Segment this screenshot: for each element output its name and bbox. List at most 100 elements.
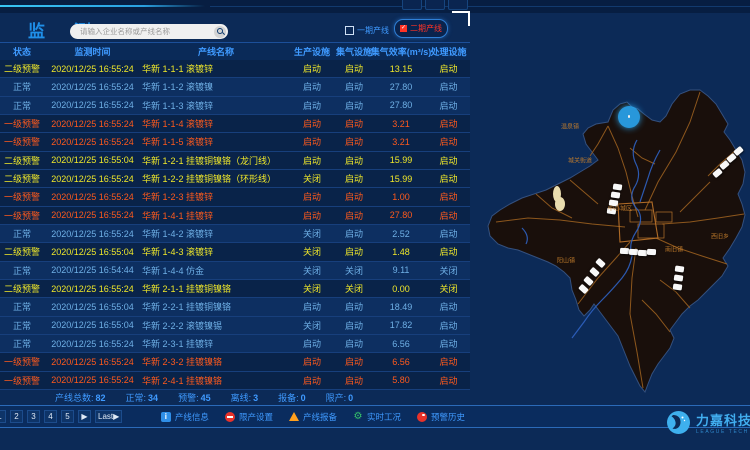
gas-collection-cell: 启动 <box>333 207 375 224</box>
search-icon[interactable] <box>214 26 226 38</box>
line-name-cell: 华新 2-3-2 挂镀镍铬 <box>141 353 291 370</box>
toolbar-button[interactable]: 预警历史 <box>417 411 465 423</box>
page-button[interactable]: 1 <box>0 410 6 423</box>
production-facility-cell: 关闭 <box>291 262 333 279</box>
gas-collection-cell: 启动 <box>333 170 375 187</box>
deco-tab <box>425 0 445 10</box>
stat-label: 报备: <box>278 393 299 403</box>
stat-label: 产线总数: <box>55 393 94 403</box>
treatment-facility-cell: 启动 <box>427 207 470 224</box>
table-row[interactable]: 一级预警2020/12/25 16:55:24华新 1-4-1 挂镀锌启动启动2… <box>0 207 470 225</box>
phase2-button[interactable]: ✓ 二期产线 <box>394 19 448 38</box>
checkbox-empty-icon[interactable] <box>345 26 354 35</box>
table-row[interactable]: 二级预警2020/12/25 16:55:04华新 1-4-3 滚镀锌关闭启动1… <box>0 243 470 261</box>
line-name-cell: 华新 1-4-1 挂镀锌 <box>141 207 291 224</box>
status-cell: 二级预警 <box>0 243 44 260</box>
table-row[interactable]: 正常2020/12/25 16:54:44华新 1-4-4 仿金关闭关闭9.11… <box>0 262 470 280</box>
table-row[interactable]: 二级预警2020/12/25 16:55:04华新 1-2-1 挂镀铜镍铬（龙门… <box>0 152 470 170</box>
alert-bubble-marker[interactable] <box>618 106 640 128</box>
toolbar-button-label: 实时工况 <box>367 411 401 423</box>
gas-collection-cell: 启动 <box>333 243 375 260</box>
status-cell: 正常 <box>0 225 44 242</box>
info-icon <box>161 412 171 422</box>
time-cell: 2020/12/25 16:55:24 <box>44 78 141 95</box>
monitor-point-marker[interactable] <box>638 250 647 256</box>
line-name-cell: 华新 2-2-2 滚镀镍锡 <box>141 317 291 334</box>
table-row[interactable]: 二级预警2020/12/25 16:55:24华新 1-1-1 滚镀锌启动启动1… <box>0 60 470 78</box>
production-facility-cell: 启动 <box>291 133 333 150</box>
next-page-button[interactable]: ▶ <box>78 410 91 423</box>
ban-icon <box>225 412 235 422</box>
table-row[interactable]: 一级预警2020/12/25 16:55:24华新 1-1-4 滚镀锌启动启动3… <box>0 115 470 133</box>
treatment-facility-cell: 启动 <box>427 298 470 315</box>
gear-icon <box>353 412 363 422</box>
table-row[interactable]: 正常2020/12/25 16:55:24华新 1-1-2 滚镀镍启动启动27.… <box>0 78 470 96</box>
monitor-point-marker[interactable] <box>620 248 629 254</box>
stat-item: 限产:0 <box>326 391 354 404</box>
time-cell: 2020/12/25 16:55:24 <box>44 335 141 352</box>
monitor-point-marker[interactable] <box>647 249 656 255</box>
monitor-point-marker[interactable] <box>629 249 638 255</box>
page-button[interactable]: 5 <box>61 410 74 423</box>
status-cell: 二级预警 <box>0 60 44 77</box>
table-row[interactable]: 正常2020/12/25 16:55:24华新 2-3-1 挂镀锌启动启动6.5… <box>0 335 470 353</box>
treatment-facility-cell: 启动 <box>427 60 470 77</box>
gas-collection-cell: 关闭 <box>333 280 375 297</box>
table-row[interactable]: 正常2020/12/25 16:55:24华新 1-4-2 滚镀锌关闭启动2.5… <box>0 225 470 243</box>
efficiency-cell: 17.82 <box>375 317 427 334</box>
checkbox-checked-icon[interactable]: ✓ <box>400 25 407 32</box>
status-cell: 正常 <box>0 78 44 95</box>
toolbar-button[interactable]: 实时工况 <box>353 411 401 423</box>
efficiency-cell: 27.80 <box>375 207 427 224</box>
column-header: 生产设施 <box>291 43 333 60</box>
status-cell: 正常 <box>0 298 44 315</box>
stat-label: 正常: <box>126 393 147 403</box>
search-box[interactable] <box>70 24 228 39</box>
time-cell: 2020/12/25 16:55:24 <box>44 188 141 205</box>
column-header: 监测时间 <box>44 43 141 60</box>
monitor-point-marker[interactable] <box>611 191 621 198</box>
table-row[interactable]: 正常2020/12/25 16:55:04华新 2-2-1 挂镀铜镍铬启动启动1… <box>0 298 470 316</box>
table-row[interactable]: 一级预警2020/12/25 16:55:24华新 2-4-1 挂镀镍铬启动启动… <box>0 372 470 390</box>
table-row[interactable]: 正常2020/12/25 16:55:24华新 1-1-3 滚镀锌启动启动27.… <box>0 97 470 115</box>
status-cell: 二级预警 <box>0 170 44 187</box>
efficiency-cell: 0.00 <box>375 280 427 297</box>
efficiency-cell: 13.15 <box>375 60 427 77</box>
search-input[interactable] <box>70 27 214 36</box>
monitor-point-marker[interactable] <box>674 274 684 281</box>
status-cell: 二级预警 <box>0 152 44 169</box>
toolbar-button[interactable]: 限产设置 <box>225 411 273 423</box>
toolbar-button[interactable]: 产线报备 <box>289 411 337 423</box>
treatment-facility-cell: 启动 <box>427 243 470 260</box>
district-map[interactable]: 温泉镇城关街道中心城区西旧乡阳山镇南旧镇 <box>480 52 750 400</box>
treatment-facility-cell: 启动 <box>427 353 470 370</box>
alarm-icon <box>417 412 427 422</box>
toolbar-buttons: 产线信息 限产设置 产线报备 实时工况 预警历史 <box>161 406 465 427</box>
table-row[interactable]: 二级预警2020/12/25 16:55:24华新 1-2-2 挂镀铜镍铬（环形… <box>0 170 470 188</box>
table-row[interactable]: 正常2020/12/25 16:55:04华新 2-2-2 滚镀镍锡关闭启动17… <box>0 317 470 335</box>
page-button[interactable]: 4 <box>44 410 57 423</box>
line-name-cell: 华新 1-1-4 滚镀锌 <box>141 115 291 132</box>
monitor-point-marker[interactable] <box>675 265 685 272</box>
production-facility-cell: 启动 <box>291 115 333 132</box>
monitor-point-marker[interactable] <box>613 183 623 190</box>
treatment-facility-cell: 启动 <box>427 133 470 150</box>
phase1-checkbox[interactable]: 一期产线 <box>345 25 389 36</box>
page-button[interactable]: 3 <box>27 410 40 423</box>
table-row[interactable]: 二级预警2020/12/25 16:55:24华新 2-1-1 挂镀铜镍铬关闭关… <box>0 280 470 298</box>
last-page-button[interactable]: Last▶ <box>95 410 122 423</box>
pagination: 12345 ▶ Last▶ <box>0 410 122 423</box>
table-row[interactable]: 一级预警2020/12/25 16:55:24华新 1-2-3 挂镀锌启动启动1… <box>0 188 470 206</box>
deco-tab <box>448 0 468 10</box>
table-row[interactable]: 一级预警2020/12/25 16:55:24华新 2-3-2 挂镀镍铬启动启动… <box>0 353 470 371</box>
treatment-facility-cell: 启动 <box>427 317 470 334</box>
gas-collection-cell: 启动 <box>333 225 375 242</box>
page-button[interactable]: 2 <box>10 410 23 423</box>
line-name-cell: 华新 1-2-2 挂镀铜镍铬（环形线） <box>141 170 291 187</box>
status-cell: 正常 <box>0 262 44 279</box>
gas-collection-cell: 启动 <box>333 335 375 352</box>
status-cell: 一级预警 <box>0 133 44 150</box>
table-row[interactable]: 一级预警2020/12/25 16:55:24华新 1-1-5 滚镀锌启动启动3… <box>0 133 470 151</box>
toolbar-button[interactable]: 产线信息 <box>161 411 209 423</box>
monitor-point-marker[interactable] <box>673 283 683 290</box>
